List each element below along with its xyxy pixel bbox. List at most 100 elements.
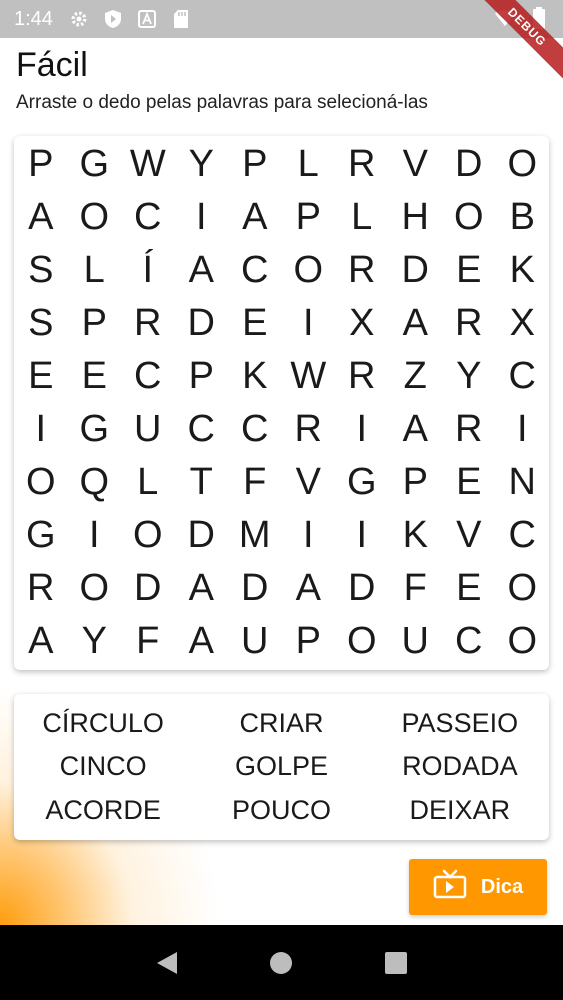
grid-cell[interactable]: A (175, 244, 229, 297)
grid-cell[interactable]: E (442, 456, 496, 509)
grid-cell[interactable]: P (68, 297, 122, 350)
grid-cell[interactable]: M (228, 509, 282, 562)
grid-cell[interactable]: C (175, 403, 229, 456)
grid-cell[interactable]: S (14, 297, 68, 350)
grid-cell[interactable]: H (389, 191, 443, 244)
grid-cell[interactable]: W (282, 350, 336, 403)
letter-grid[interactable]: PGWYPLRVDOAOCIAPLHOBSLÍACORDEKSPRDEIXARX… (14, 136, 549, 670)
grid-cell[interactable]: P (282, 615, 336, 668)
grid-cell[interactable]: Q (68, 456, 122, 509)
grid-cell[interactable]: E (14, 350, 68, 403)
hint-button[interactable]: Dica (409, 859, 547, 915)
grid-cell[interactable]: E (68, 350, 122, 403)
grid-cell[interactable]: U (121, 403, 175, 456)
grid-cell[interactable]: O (496, 562, 550, 615)
grid-cell[interactable]: A (14, 615, 68, 668)
grid-cell[interactable]: R (14, 562, 68, 615)
grid-cell[interactable]: O (442, 191, 496, 244)
grid-cell[interactable]: I (335, 403, 389, 456)
grid-cell[interactable]: N (496, 456, 550, 509)
grid-cell[interactable]: Y (68, 615, 122, 668)
grid-cell[interactable]: T (175, 456, 229, 509)
grid-cell[interactable]: D (389, 244, 443, 297)
grid-cell[interactable]: G (68, 403, 122, 456)
grid-cell[interactable]: A (14, 191, 68, 244)
grid-cell[interactable]: L (282, 138, 336, 191)
grid-cell[interactable]: D (175, 509, 229, 562)
grid-cell[interactable]: O (282, 244, 336, 297)
grid-cell[interactable]: C (228, 244, 282, 297)
grid-cell[interactable]: A (175, 615, 229, 668)
grid-cell[interactable]: P (282, 191, 336, 244)
grid-cell[interactable]: G (335, 456, 389, 509)
grid-cell[interactable]: O (14, 456, 68, 509)
grid-cell[interactable]: B (496, 191, 550, 244)
grid-cell[interactable]: R (335, 350, 389, 403)
grid-cell[interactable]: P (228, 138, 282, 191)
grid-cell[interactable]: A (389, 297, 443, 350)
grid-cell[interactable]: R (442, 297, 496, 350)
back-button[interactable] (152, 948, 182, 978)
grid-cell[interactable]: V (389, 138, 443, 191)
grid-cell[interactable]: K (496, 244, 550, 297)
grid-cell[interactable]: E (228, 297, 282, 350)
grid-cell[interactable]: I (175, 191, 229, 244)
grid-cell[interactable]: A (228, 191, 282, 244)
grid-cell[interactable]: I (14, 403, 68, 456)
grid-cell[interactable]: C (496, 350, 550, 403)
recents-button[interactable] (381, 948, 411, 978)
grid-cell[interactable]: S (14, 244, 68, 297)
grid-cell[interactable]: O (335, 615, 389, 668)
grid-cell[interactable]: L (121, 456, 175, 509)
grid-cell[interactable]: R (121, 297, 175, 350)
grid-cell[interactable]: O (121, 509, 175, 562)
grid-cell[interactable]: D (442, 138, 496, 191)
grid-cell[interactable]: C (121, 191, 175, 244)
grid-cell[interactable]: V (282, 456, 336, 509)
grid-cell[interactable]: L (68, 244, 122, 297)
grid-cell[interactable]: D (121, 562, 175, 615)
grid-cell[interactable]: G (68, 138, 122, 191)
grid-cell[interactable]: Z (389, 350, 443, 403)
grid-cell[interactable]: G (14, 509, 68, 562)
grid-cell[interactable]: C (496, 509, 550, 562)
grid-cell[interactable]: L (335, 191, 389, 244)
grid-cell[interactable]: O (68, 562, 122, 615)
grid-cell[interactable]: R (282, 403, 336, 456)
grid-cell[interactable]: D (175, 297, 229, 350)
grid-cell[interactable]: D (228, 562, 282, 615)
grid-cell[interactable]: U (228, 615, 282, 668)
grid-cell[interactable]: Í (121, 244, 175, 297)
grid-cell[interactable]: O (496, 138, 550, 191)
grid-cell[interactable]: K (228, 350, 282, 403)
grid-cell[interactable]: D (335, 562, 389, 615)
grid-cell[interactable]: W (121, 138, 175, 191)
grid-cell[interactable]: R (335, 244, 389, 297)
grid-cell[interactable]: I (68, 509, 122, 562)
grid-cell[interactable]: E (442, 244, 496, 297)
grid-cell[interactable]: X (335, 297, 389, 350)
grid-cell[interactable]: E (442, 562, 496, 615)
grid-cell[interactable]: I (335, 509, 389, 562)
grid-cell[interactable]: V (442, 509, 496, 562)
grid-cell[interactable]: K (389, 509, 443, 562)
grid-cell[interactable]: F (389, 562, 443, 615)
grid-cell[interactable]: I (282, 509, 336, 562)
grid-cell[interactable]: P (175, 350, 229, 403)
grid-cell[interactable]: I (282, 297, 336, 350)
grid-cell[interactable]: Y (175, 138, 229, 191)
grid-cell[interactable]: A (282, 562, 336, 615)
grid-cell[interactable]: U (389, 615, 443, 668)
home-button[interactable] (266, 948, 296, 978)
grid-cell[interactable]: R (335, 138, 389, 191)
grid-cell[interactable]: A (175, 562, 229, 615)
grid-cell[interactable]: F (121, 615, 175, 668)
grid-cell[interactable]: F (228, 456, 282, 509)
grid-cell[interactable]: X (496, 297, 550, 350)
grid-cell[interactable]: C (228, 403, 282, 456)
grid-cell[interactable]: Y (442, 350, 496, 403)
grid-cell[interactable]: C (442, 615, 496, 668)
grid-cell[interactable]: A (389, 403, 443, 456)
grid-cell[interactable]: P (14, 138, 68, 191)
grid-cell[interactable]: C (121, 350, 175, 403)
